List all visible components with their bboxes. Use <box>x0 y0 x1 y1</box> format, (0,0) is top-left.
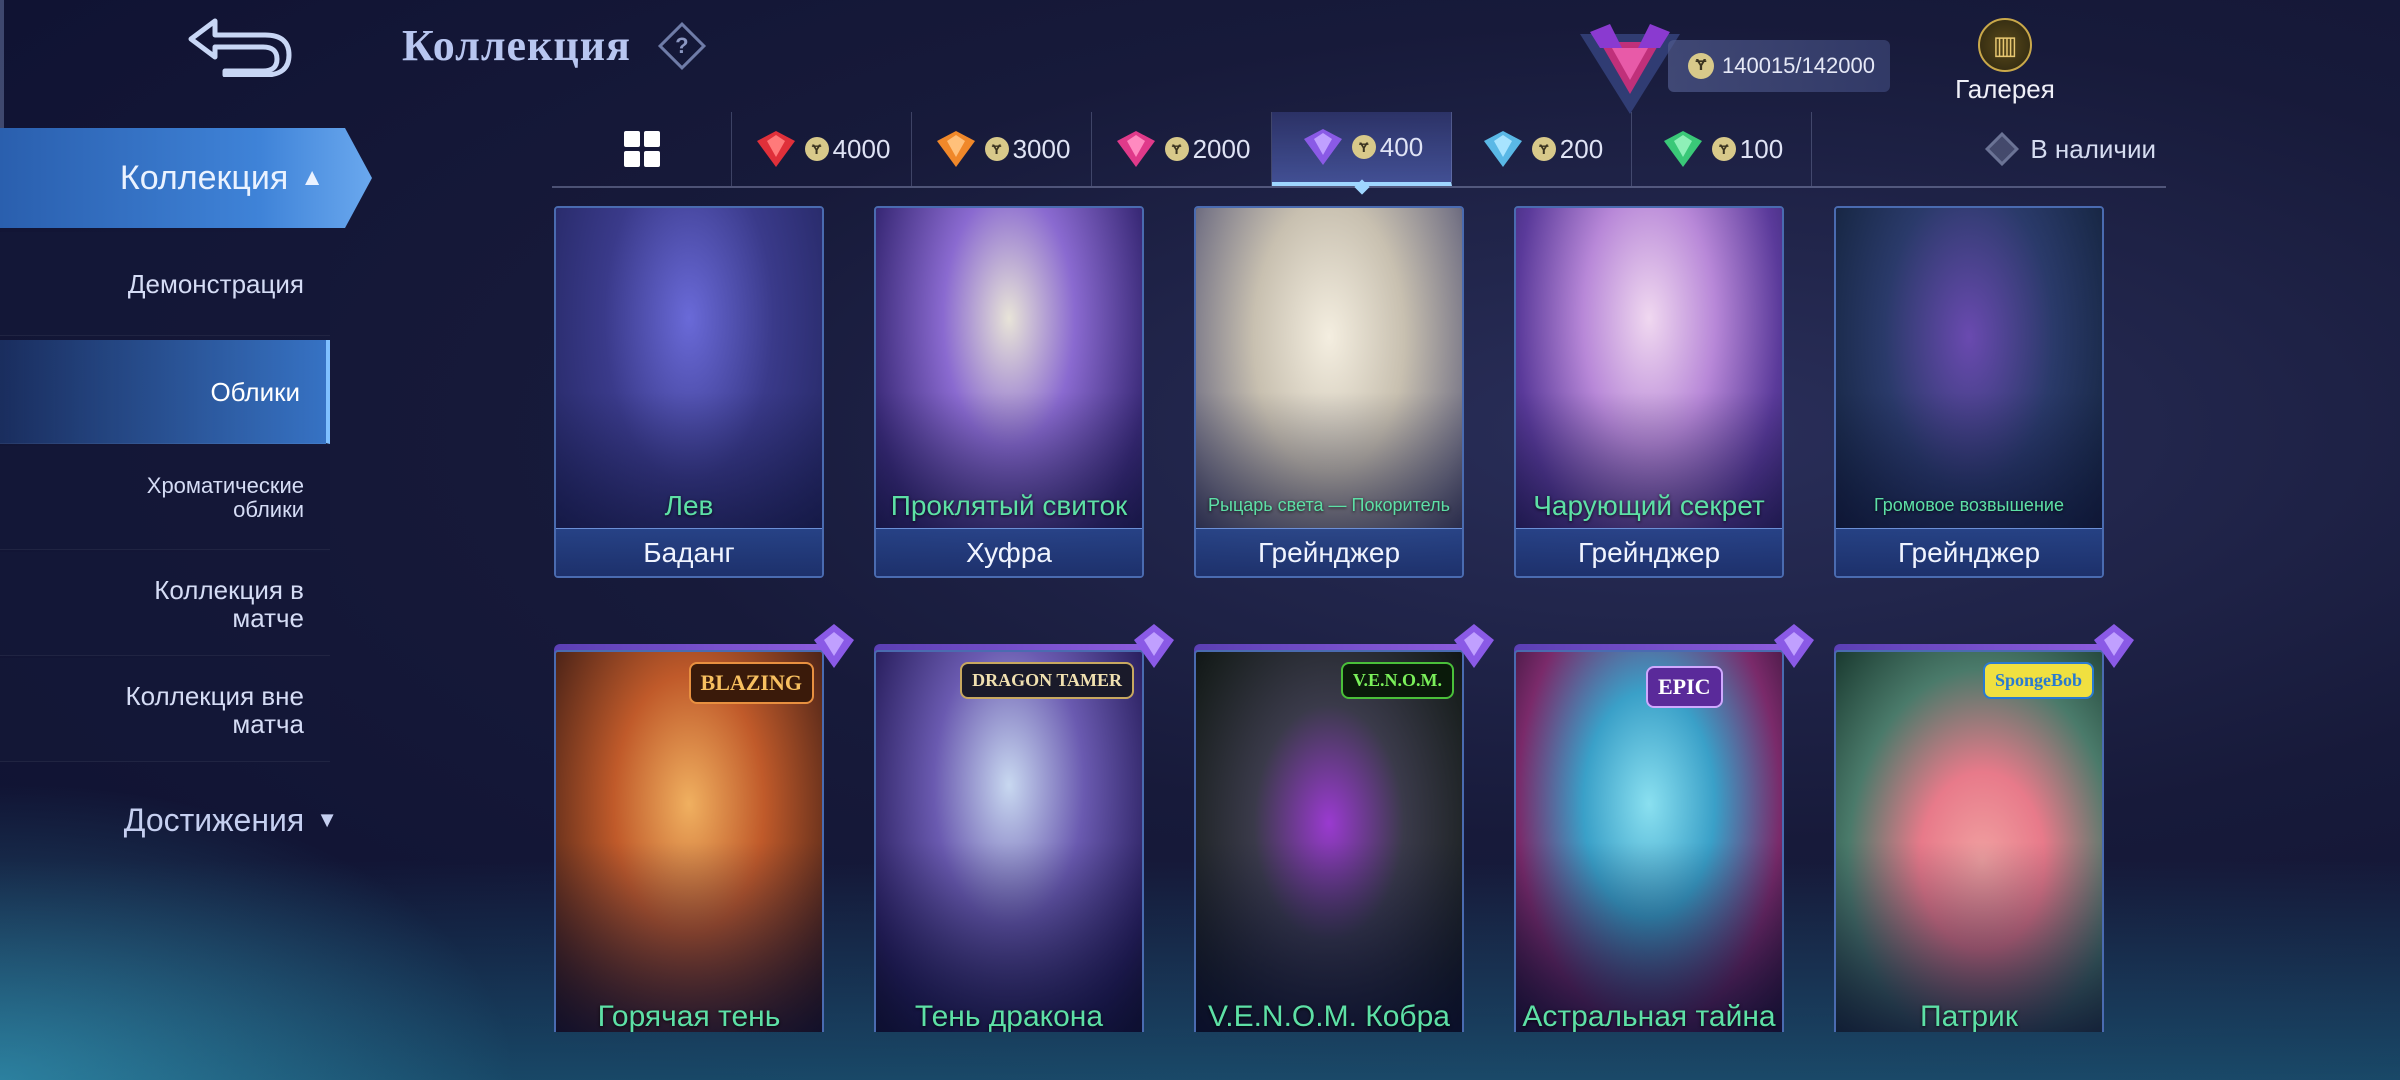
sidebar-item-skins[interactable]: Облики <box>0 340 330 444</box>
brand-badge: DRAGON TAMER <box>960 662 1134 699</box>
gem-purple-icon <box>1303 129 1342 165</box>
sidebar-main-label: Коллекция <box>119 158 289 197</box>
skin-name: Проклятый свиток <box>890 490 1128 521</box>
coin-icon: Ɏ <box>1351 135 1376 159</box>
tab-price-label: 400 <box>1379 131 1424 162</box>
coin-icon: Ɏ <box>1688 53 1714 79</box>
gem-blue-icon <box>1483 131 1522 167</box>
skin-card[interactable]: BLAZING Горячая тень <box>554 650 824 1032</box>
sidebar-item-match-collection[interactable]: Коллекция в матче <box>0 552 330 656</box>
sidebar-item-label: Демонстрация <box>127 268 304 299</box>
skin-name: Патрик <box>1920 1000 2018 1032</box>
points-value: 140015/142000 <box>1722 53 1875 78</box>
coin-icon: Ɏ <box>1531 137 1556 161</box>
tab-price-label: 4000 <box>832 133 891 164</box>
skin-card[interactable]: Лев Баданг <box>554 206 824 578</box>
brand-badge: BLAZING <box>688 662 814 704</box>
skin-name: V.E.N.O.M. Кобра <box>1208 1000 1450 1032</box>
back-arrow-icon <box>188 18 292 77</box>
skin-card[interactable]: V.E.N.O.M. V.E.N.O.M. Кобра <box>1194 650 1464 1032</box>
tab-price-label: 200 <box>1559 133 1604 164</box>
book-icon: ▥ <box>1978 18 2032 72</box>
gem-purple-icon <box>1454 624 1494 668</box>
chevron-up-icon: ▲ <box>300 164 324 191</box>
coin-icon: Ɏ <box>1164 137 1189 161</box>
sidebar-achievements-label: Достижения <box>123 801 305 838</box>
gem-red-icon <box>756 131 795 167</box>
tab-price-3000[interactable]: Ɏ 3000 <box>912 112 1092 186</box>
hero-name: Грейнджер <box>1516 528 1782 576</box>
skin-card[interactable]: EPIC Астральная тайна <box>1514 650 1784 1032</box>
gem-purple-icon <box>2094 624 2134 668</box>
gallery-button[interactable]: ▥ Галерея <box>1950 18 2060 108</box>
skin-name: Рыцарь света — Покоритель <box>1208 495 1450 515</box>
gallery-label: Галерея <box>1955 74 2055 104</box>
sidebar-item-offmatch-collection[interactable]: Коллекция вне матча <box>0 658 330 762</box>
checkbox-diamond-icon <box>1985 132 2020 166</box>
skin-card[interactable]: Громовое возвышение Грейнджер <box>1834 206 2104 578</box>
coin-icon: Ɏ <box>804 137 829 161</box>
tab-all[interactable] <box>552 112 732 186</box>
grid-icon <box>623 131 660 167</box>
hero-name: Хуфра <box>876 528 1142 576</box>
skin-name: Астральная тайна <box>1522 1000 1776 1032</box>
tab-price-label: 3000 <box>1012 133 1071 164</box>
gem-pink-icon <box>1116 131 1155 167</box>
tab-price-label: 2000 <box>1192 133 1251 164</box>
owned-filter[interactable]: В наличии <box>1812 112 2166 186</box>
sidebar-item-label: Коллекция вне матча <box>125 680 304 739</box>
skin-name: Горячая тень <box>597 1000 781 1032</box>
sidebar-item-label: Хроматические облики <box>146 472 304 522</box>
skin-card[interactable]: SpongeBob Патрик <box>1834 650 2104 1032</box>
tab-price-200[interactable]: Ɏ 200 <box>1452 112 1632 186</box>
sidebar-item-label: Облики <box>210 376 300 407</box>
gem-green-icon <box>1663 131 1702 167</box>
skin-name: Тень дракона <box>914 1000 1104 1032</box>
skin-card[interactable]: Рыцарь света — Покоритель Грейнджер <box>1194 206 1464 578</box>
hero-name: Баданг <box>556 528 822 576</box>
hero-name: Грейнджер <box>1196 528 1462 576</box>
hero-name: Грейнджер <box>1836 528 2102 576</box>
sidebar-item-label: Коллекция в матче <box>154 574 304 633</box>
chevron-down-icon: ▼ <box>316 807 338 832</box>
tab-price-400[interactable]: Ɏ 400 <box>1272 112 1452 186</box>
tier-tabs: Ɏ 4000 Ɏ 3000 Ɏ 2000 Ɏ 400 Ɏ 200 Ɏ 100 В… <box>552 112 2166 188</box>
tab-price-2000[interactable]: Ɏ 2000 <box>1092 112 1272 186</box>
page-title: Коллекция <box>402 21 631 70</box>
skin-name: Лев <box>664 490 714 521</box>
skin-name: Чарующий секрет <box>1533 490 1765 521</box>
back-button[interactable] <box>180 14 300 78</box>
sidebar-collection-header[interactable]: Коллекция ▲ <box>0 128 372 228</box>
points-counter: Ɏ 140015/142000 <box>1668 40 1890 92</box>
sidebar-item-demo[interactable]: Демонстрация <box>0 232 330 336</box>
brand-badge: EPIC <box>1646 666 1723 708</box>
help-icon[interactable]: ? <box>657 21 707 71</box>
skin-name: Громовое возвышение <box>1874 495 2064 515</box>
skin-card[interactable]: Проклятый свиток Хуфра <box>874 206 1144 578</box>
owned-filter-label: В наличии <box>2030 133 2156 164</box>
skin-card[interactable]: Чарующий секрет Грейнджер <box>1514 206 1784 578</box>
gem-purple-icon <box>1774 624 1814 668</box>
gem-orange-icon <box>936 131 975 167</box>
coin-icon: Ɏ <box>984 137 1009 161</box>
gem-purple-icon <box>814 624 854 668</box>
coin-icon: Ɏ <box>1711 137 1736 161</box>
brand-badge: V.E.N.O.M. <box>1340 662 1454 699</box>
tab-price-4000[interactable]: Ɏ 4000 <box>732 112 912 186</box>
sidebar-achievements[interactable]: Достижения ▼ <box>0 790 350 850</box>
gem-purple-icon <box>1134 624 1174 668</box>
sidebar-item-chromatic[interactable]: Хроматические облики <box>0 446 330 550</box>
skin-card[interactable]: DRAGON TAMER Тень дракона <box>874 650 1144 1032</box>
brand-badge: SpongeBob <box>1982 662 2094 699</box>
tab-price-label: 100 <box>1739 133 1784 164</box>
tab-price-100[interactable]: Ɏ 100 <box>1632 112 1812 186</box>
